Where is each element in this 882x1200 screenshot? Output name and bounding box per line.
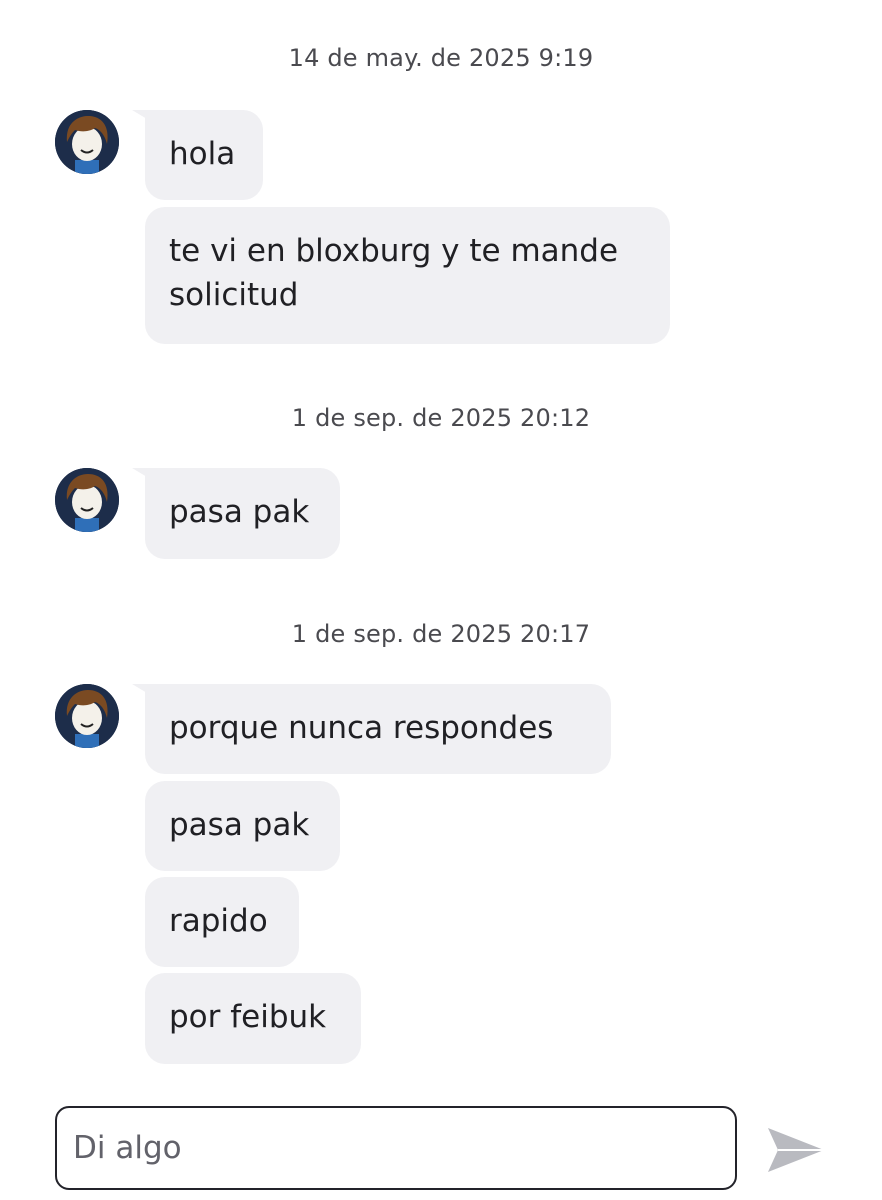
sender-avatar[interactable] (55, 110, 119, 174)
message-input[interactable] (71, 1129, 721, 1167)
roblox-avatar-icon (55, 110, 119, 174)
message-bubble[interactable]: porque nunca respondes (145, 684, 611, 774)
timestamp: 14 de may. de 2025 9:19 (288, 44, 594, 72)
message-bubble[interactable]: por feibuk (145, 973, 361, 1064)
message-bubble[interactable]: rapido (145, 877, 299, 967)
message-bubble[interactable]: pasa pak (145, 781, 340, 871)
send-button[interactable] (764, 1124, 828, 1176)
sender-avatar[interactable] (55, 684, 119, 748)
sender-avatar[interactable] (55, 468, 119, 532)
send-arrow-icon (768, 1128, 824, 1172)
message-bubble[interactable]: pasa pak (145, 468, 340, 559)
timestamp: 1 de sep. de 2025 20:17 (291, 620, 591, 648)
roblox-avatar-icon (55, 468, 119, 532)
timestamp: 1 de sep. de 2025 20:12 (291, 404, 591, 432)
message-bubble[interactable]: hola (145, 110, 263, 200)
roblox-avatar-icon (55, 684, 119, 748)
message-composer (55, 1106, 737, 1190)
message-bubble[interactable]: te vi en bloxburg y te mande solicitud (145, 207, 670, 344)
